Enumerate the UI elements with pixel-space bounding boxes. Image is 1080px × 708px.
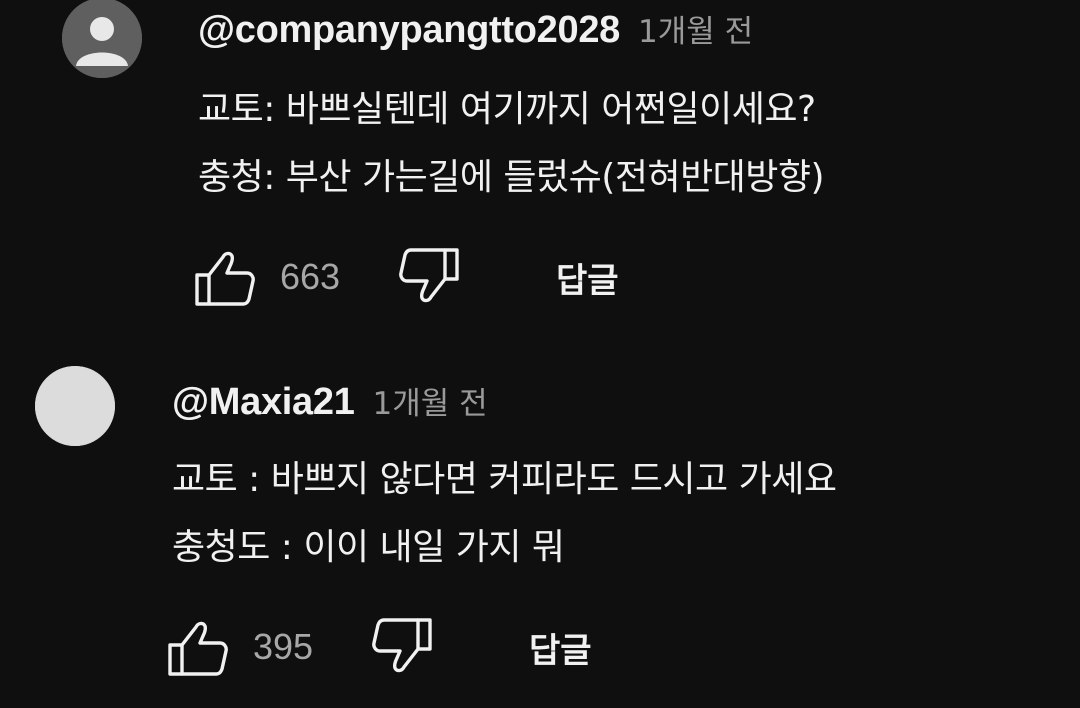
thumbs-up-icon[interactable] <box>167 617 229 677</box>
timestamp[interactable]: 1개월 전 <box>638 6 753 51</box>
comment-actions: 663 답글 <box>194 247 619 307</box>
comment-text-line-2: 충청도 : 이이 내일 가지 뭐 <box>172 527 565 568</box>
comment-header: @Maxia21 1개월 전 <box>172 378 488 424</box>
avatar[interactable] <box>35 366 115 446</box>
avatar[interactable] <box>62 0 142 78</box>
reply-button[interactable]: 답글 <box>556 253 619 302</box>
like-count: 395 <box>253 626 314 667</box>
comment-1: @companypangtto2028 1개월 전 교토: 바쁘실텐데 여기까지… <box>0 0 1080 330</box>
comment-text-line-1: 교토: 바쁘실텐데 여기까지 어쩐일이세요? <box>198 89 816 130</box>
thumbs-down-icon[interactable] <box>398 247 460 307</box>
timestamp[interactable]: 1개월 전 <box>373 378 488 423</box>
author-handle[interactable]: @Maxia21 <box>172 381 355 424</box>
comment-text-line-1: 교토 : 바쁘지 않다면 커피라도 드시고 가세요 <box>172 459 837 500</box>
like-count: 663 <box>280 256 341 297</box>
thumbs-down-icon[interactable] <box>371 617 433 677</box>
comment-text-line-2: 충청: 부산 가는길에 들렀슈(전혀반대방향) <box>198 157 825 198</box>
comment-2: @Maxia21 1개월 전 교토 : 바쁘지 않다면 커피라도 드시고 가세요… <box>0 360 1080 708</box>
comment-header: @companypangtto2028 1개월 전 <box>198 6 753 52</box>
default-person-icon <box>62 0 142 78</box>
comment-actions: 395 답글 <box>167 617 592 677</box>
light-avatar-icon <box>35 366 115 446</box>
thumbs-up-icon[interactable] <box>194 247 256 307</box>
reply-button[interactable]: 답글 <box>529 623 592 672</box>
author-handle[interactable]: @companypangtto2028 <box>198 9 620 52</box>
